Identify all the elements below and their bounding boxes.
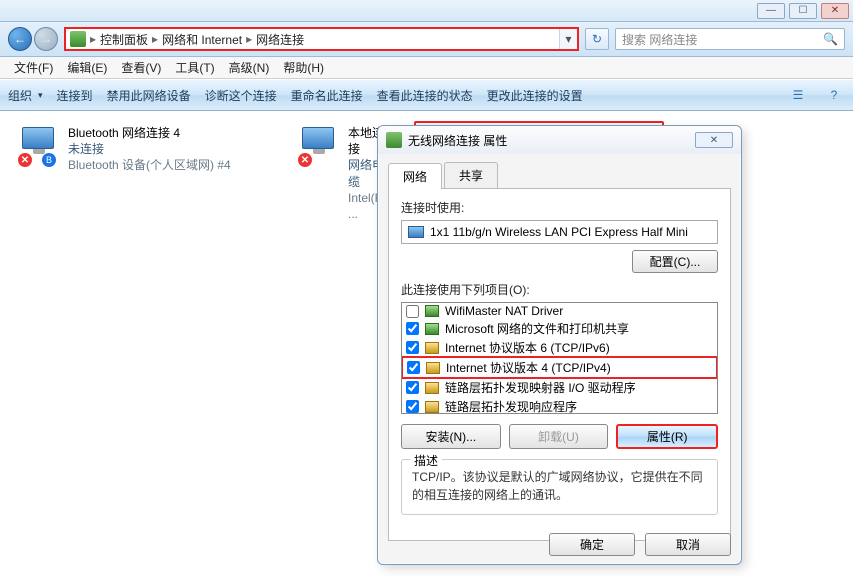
breadcrumb-part-2[interactable]: 网络连接	[256, 31, 304, 48]
breadcrumb-part-0[interactable]: 控制面板	[100, 31, 148, 48]
tab-panel-network: 连接时使用: 1x1 11b/g/n Wireless LAN PCI Expr…	[388, 189, 731, 541]
view-mode-icon[interactable]: ☰	[787, 84, 809, 106]
menu-tools[interactable]: 工具(T)	[169, 57, 220, 78]
item-checkbox[interactable]	[406, 341, 419, 354]
search-placeholder: 搜索 网络连接	[622, 31, 697, 48]
item-checkbox[interactable]	[406, 400, 419, 413]
cmd-change-settings[interactable]: 更改此连接的设置	[487, 87, 583, 104]
tab-network[interactable]: 网络	[388, 163, 442, 189]
network-item-row[interactable]: Microsoft 网络的文件和打印机共享	[402, 319, 717, 338]
bluetooth-icon: B	[42, 153, 56, 167]
protocol-icon	[425, 382, 439, 394]
connection-status: 未连接	[68, 141, 231, 157]
item-checkbox[interactable]	[407, 361, 420, 374]
dialog-close-button[interactable]: ✕	[695, 132, 733, 148]
nav-forward-button[interactable]: →	[34, 27, 58, 51]
breadcrumb-address-bar[interactable]: ▸ 控制面板 ▸ 网络和 Internet ▸ 网络连接 ▾	[64, 27, 579, 51]
dialog-tabs: 网络 共享	[388, 162, 731, 189]
connection-title: Bluetooth 网络连接 4	[68, 125, 231, 141]
item-checkbox[interactable]	[406, 381, 419, 394]
window-titlebar: — ☐ ✕	[0, 0, 853, 22]
network-item-row[interactable]: 链路层拓扑发现响应程序	[402, 397, 717, 414]
item-checkbox[interactable]	[406, 305, 419, 318]
search-icon: 🔍	[823, 32, 838, 46]
network-adapter-icon: ✕	[298, 125, 340, 167]
description-text: TCP/IP。该协议是默认的广域网络协议，它提供在不同的相互连接的网络上的通讯。	[412, 468, 707, 504]
menu-advanced[interactable]: 高级(N)	[223, 57, 276, 78]
address-bar-row: ← → ▸ 控制面板 ▸ 网络和 Internet ▸ 网络连接 ▾ ↻ 搜索 …	[0, 22, 853, 57]
item-label: WifiMaster NAT Driver	[445, 304, 563, 318]
items-list-label: 此连接使用下列项目(O):	[401, 281, 718, 298]
menu-help[interactable]: 帮助(H)	[277, 57, 330, 78]
network-items-list[interactable]: WifiMaster NAT Driver Microsoft 网络的文件和打印机…	[401, 302, 718, 414]
adapter-name: 1x1 11b/g/n Wireless LAN PCI Express Hal…	[430, 225, 688, 239]
network-item-row[interactable]: Internet 协议版本 4 (TCP/IPv4)	[401, 356, 718, 379]
cmd-connect[interactable]: 连接到	[57, 87, 93, 104]
item-checkbox[interactable]	[406, 322, 419, 335]
window-maximize-button[interactable]: ☐	[789, 3, 817, 19]
adapter-field: 1x1 11b/g/n Wireless LAN PCI Express Hal…	[401, 220, 718, 244]
breadcrumb-sep-icon: ▸	[152, 32, 158, 46]
cmd-disable[interactable]: 禁用此网络设备	[107, 87, 191, 104]
item-label: 链路层拓扑发现响应程序	[445, 398, 577, 414]
tab-share[interactable]: 共享	[444, 162, 498, 188]
install-button[interactable]: 安装(N)...	[401, 424, 501, 449]
menu-view[interactable]: 查看(V)	[115, 57, 167, 78]
cancel-button[interactable]: 取消	[645, 533, 731, 556]
menu-edit[interactable]: 编辑(E)	[61, 57, 113, 78]
connection-item-lan[interactable]: ✕ 本地连接 网络电缆 Intel(R) ...	[294, 121, 384, 226]
breadcrumb-sep-icon: ▸	[246, 32, 252, 46]
network-item-row[interactable]: WifiMaster NAT Driver	[402, 303, 717, 319]
command-bar: 组织 连接到 禁用此网络设备 诊断这个连接 重命名此连接 查看此连接的状态 更改…	[0, 79, 853, 111]
description-frame: 描述 TCP/IP。该协议是默认的广域网络协议，它提供在不同的相互连接的网络上的…	[401, 459, 718, 515]
cmd-status[interactable]: 查看此连接的状态	[377, 87, 473, 104]
protocol-icon	[425, 305, 439, 317]
uninstall-button[interactable]: 卸载(U)	[509, 424, 609, 449]
control-panel-icon	[70, 31, 86, 47]
cmd-diagnose[interactable]: 诊断这个连接	[205, 87, 277, 104]
nav-back-button[interactable]: ←	[8, 27, 32, 51]
window-minimize-button[interactable]: —	[757, 3, 785, 19]
item-label: 链路层拓扑发现映射器 I/O 驱动程序	[445, 379, 636, 396]
connection-item-bluetooth[interactable]: ✕ B Bluetooth 网络连接 4 未连接 Bluetooth 设备(个人…	[14, 121, 264, 226]
menu-bar: 文件(F) 编辑(E) 查看(V) 工具(T) 高级(N) 帮助(H)	[0, 57, 853, 79]
adapter-icon	[408, 226, 424, 238]
network-icon	[386, 132, 402, 148]
description-legend: 描述	[410, 452, 442, 469]
breadcrumb-part-1[interactable]: 网络和 Internet	[162, 31, 242, 48]
protocol-icon	[426, 362, 440, 374]
cmd-organize[interactable]: 组织	[8, 87, 43, 104]
breadcrumb-sep-icon: ▸	[90, 32, 96, 46]
help-icon[interactable]: ?	[823, 84, 845, 106]
dialog-title: 无线网络连接 属性	[408, 132, 507, 149]
cmd-rename[interactable]: 重命名此连接	[291, 87, 363, 104]
disconnected-x-icon: ✕	[298, 153, 312, 167]
item-label: Internet 协议版本 6 (TCP/IPv6)	[445, 339, 610, 356]
search-input[interactable]: 搜索 网络连接 🔍	[615, 28, 845, 50]
refresh-button[interactable]: ↻	[585, 28, 609, 50]
menu-file[interactable]: 文件(F)	[8, 57, 59, 78]
item-label: Internet 协议版本 4 (TCP/IPv4)	[446, 359, 611, 376]
network-adapter-icon: ✕ B	[18, 125, 60, 167]
breadcrumb-dropdown-icon[interactable]: ▾	[559, 29, 577, 49]
ok-button[interactable]: 确定	[549, 533, 635, 556]
configure-button[interactable]: 配置(C)...	[632, 250, 718, 273]
item-label: Microsoft 网络的文件和打印机共享	[445, 320, 629, 337]
network-item-row[interactable]: Internet 协议版本 6 (TCP/IPv6)	[402, 338, 717, 357]
connection-device: Bluetooth 设备(个人区域网) #4	[68, 157, 231, 173]
connect-using-label: 连接时使用:	[401, 199, 718, 216]
protocol-icon	[425, 342, 439, 354]
properties-button[interactable]: 属性(R)	[616, 424, 718, 449]
protocol-icon	[425, 401, 439, 413]
network-item-row[interactable]: 链路层拓扑发现映射器 I/O 驱动程序	[402, 378, 717, 397]
disconnected-x-icon: ✕	[18, 153, 32, 167]
window-close-button[interactable]: ✕	[821, 3, 849, 19]
properties-dialog: 无线网络连接 属性 ✕ 网络 共享 连接时使用: 1x1 11b/g/n Wir…	[377, 125, 742, 565]
protocol-icon	[425, 323, 439, 335]
dialog-title-bar[interactable]: 无线网络连接 属性 ✕	[378, 126, 741, 154]
